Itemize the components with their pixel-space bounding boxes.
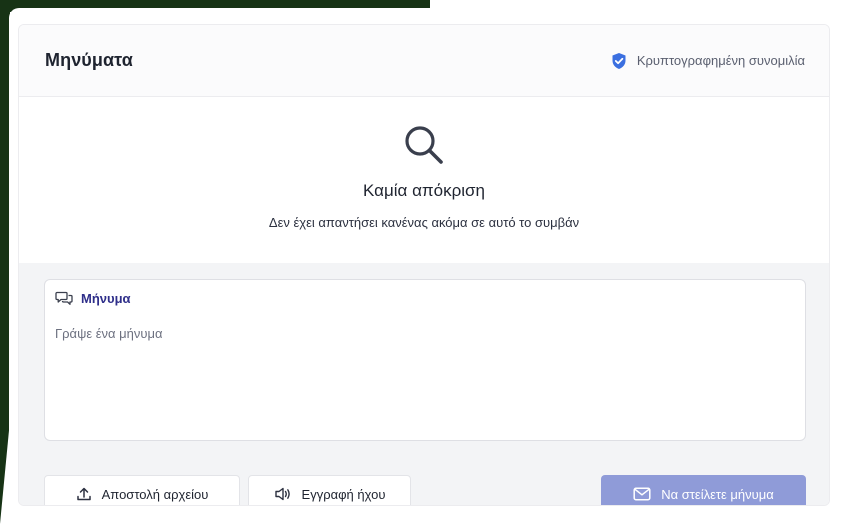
upload-file-button[interactable]: Αποστολή αρχείου [44,475,240,505]
send-message-label: Να στείλετε μήνυμα [661,486,774,502]
chat-bubbles-icon [55,290,73,306]
search-icon [400,121,448,169]
envelope-icon [633,487,651,501]
page: Μηνύματα Κρυπτογραφημένη συνομιλία Καμία [0,0,846,524]
encrypted-indicator: Κρυπτογραφημένη συνομιλία [611,52,805,70]
message-label-row: Μήνυμα [55,290,131,306]
messages-header: Μηνύματα Κρυπτογραφημένη συνομιλία [19,25,829,97]
upload-file-label: Αποστολή αρχείου [101,486,209,502]
page-title: Μηνύματα [45,50,133,70]
message-input[interactable] [53,324,797,428]
send-message-button[interactable]: Να στείλετε μήνυμα [601,475,806,505]
empty-state-title: Καμία απόκριση [363,181,485,200]
upload-icon [76,486,92,502]
record-audio-label: Εγγραφή ήχου [301,486,386,502]
shield-check-icon [611,52,627,70]
encrypted-label: Κρυπτογραφημένη συνομιλία [636,53,805,68]
composer-area: Μήνυμα Αποστολή αρχείου [19,263,829,505]
message-box: Μήνυμα [44,279,806,441]
empty-state-subtitle: Δεν έχει απαντήσει κανένας ακόμα σε αυτό… [268,215,580,230]
empty-state: Καμία απόκριση Δεν έχει απαντήσει κανένα… [19,97,829,263]
message-label: Μήνυμα [81,290,131,306]
record-audio-button[interactable]: Εγγραφή ήχου [248,475,411,505]
speaker-icon [274,486,292,502]
messages-card: Μηνύματα Κρυπτογραφημένη συνομιλία Καμία [18,24,830,506]
